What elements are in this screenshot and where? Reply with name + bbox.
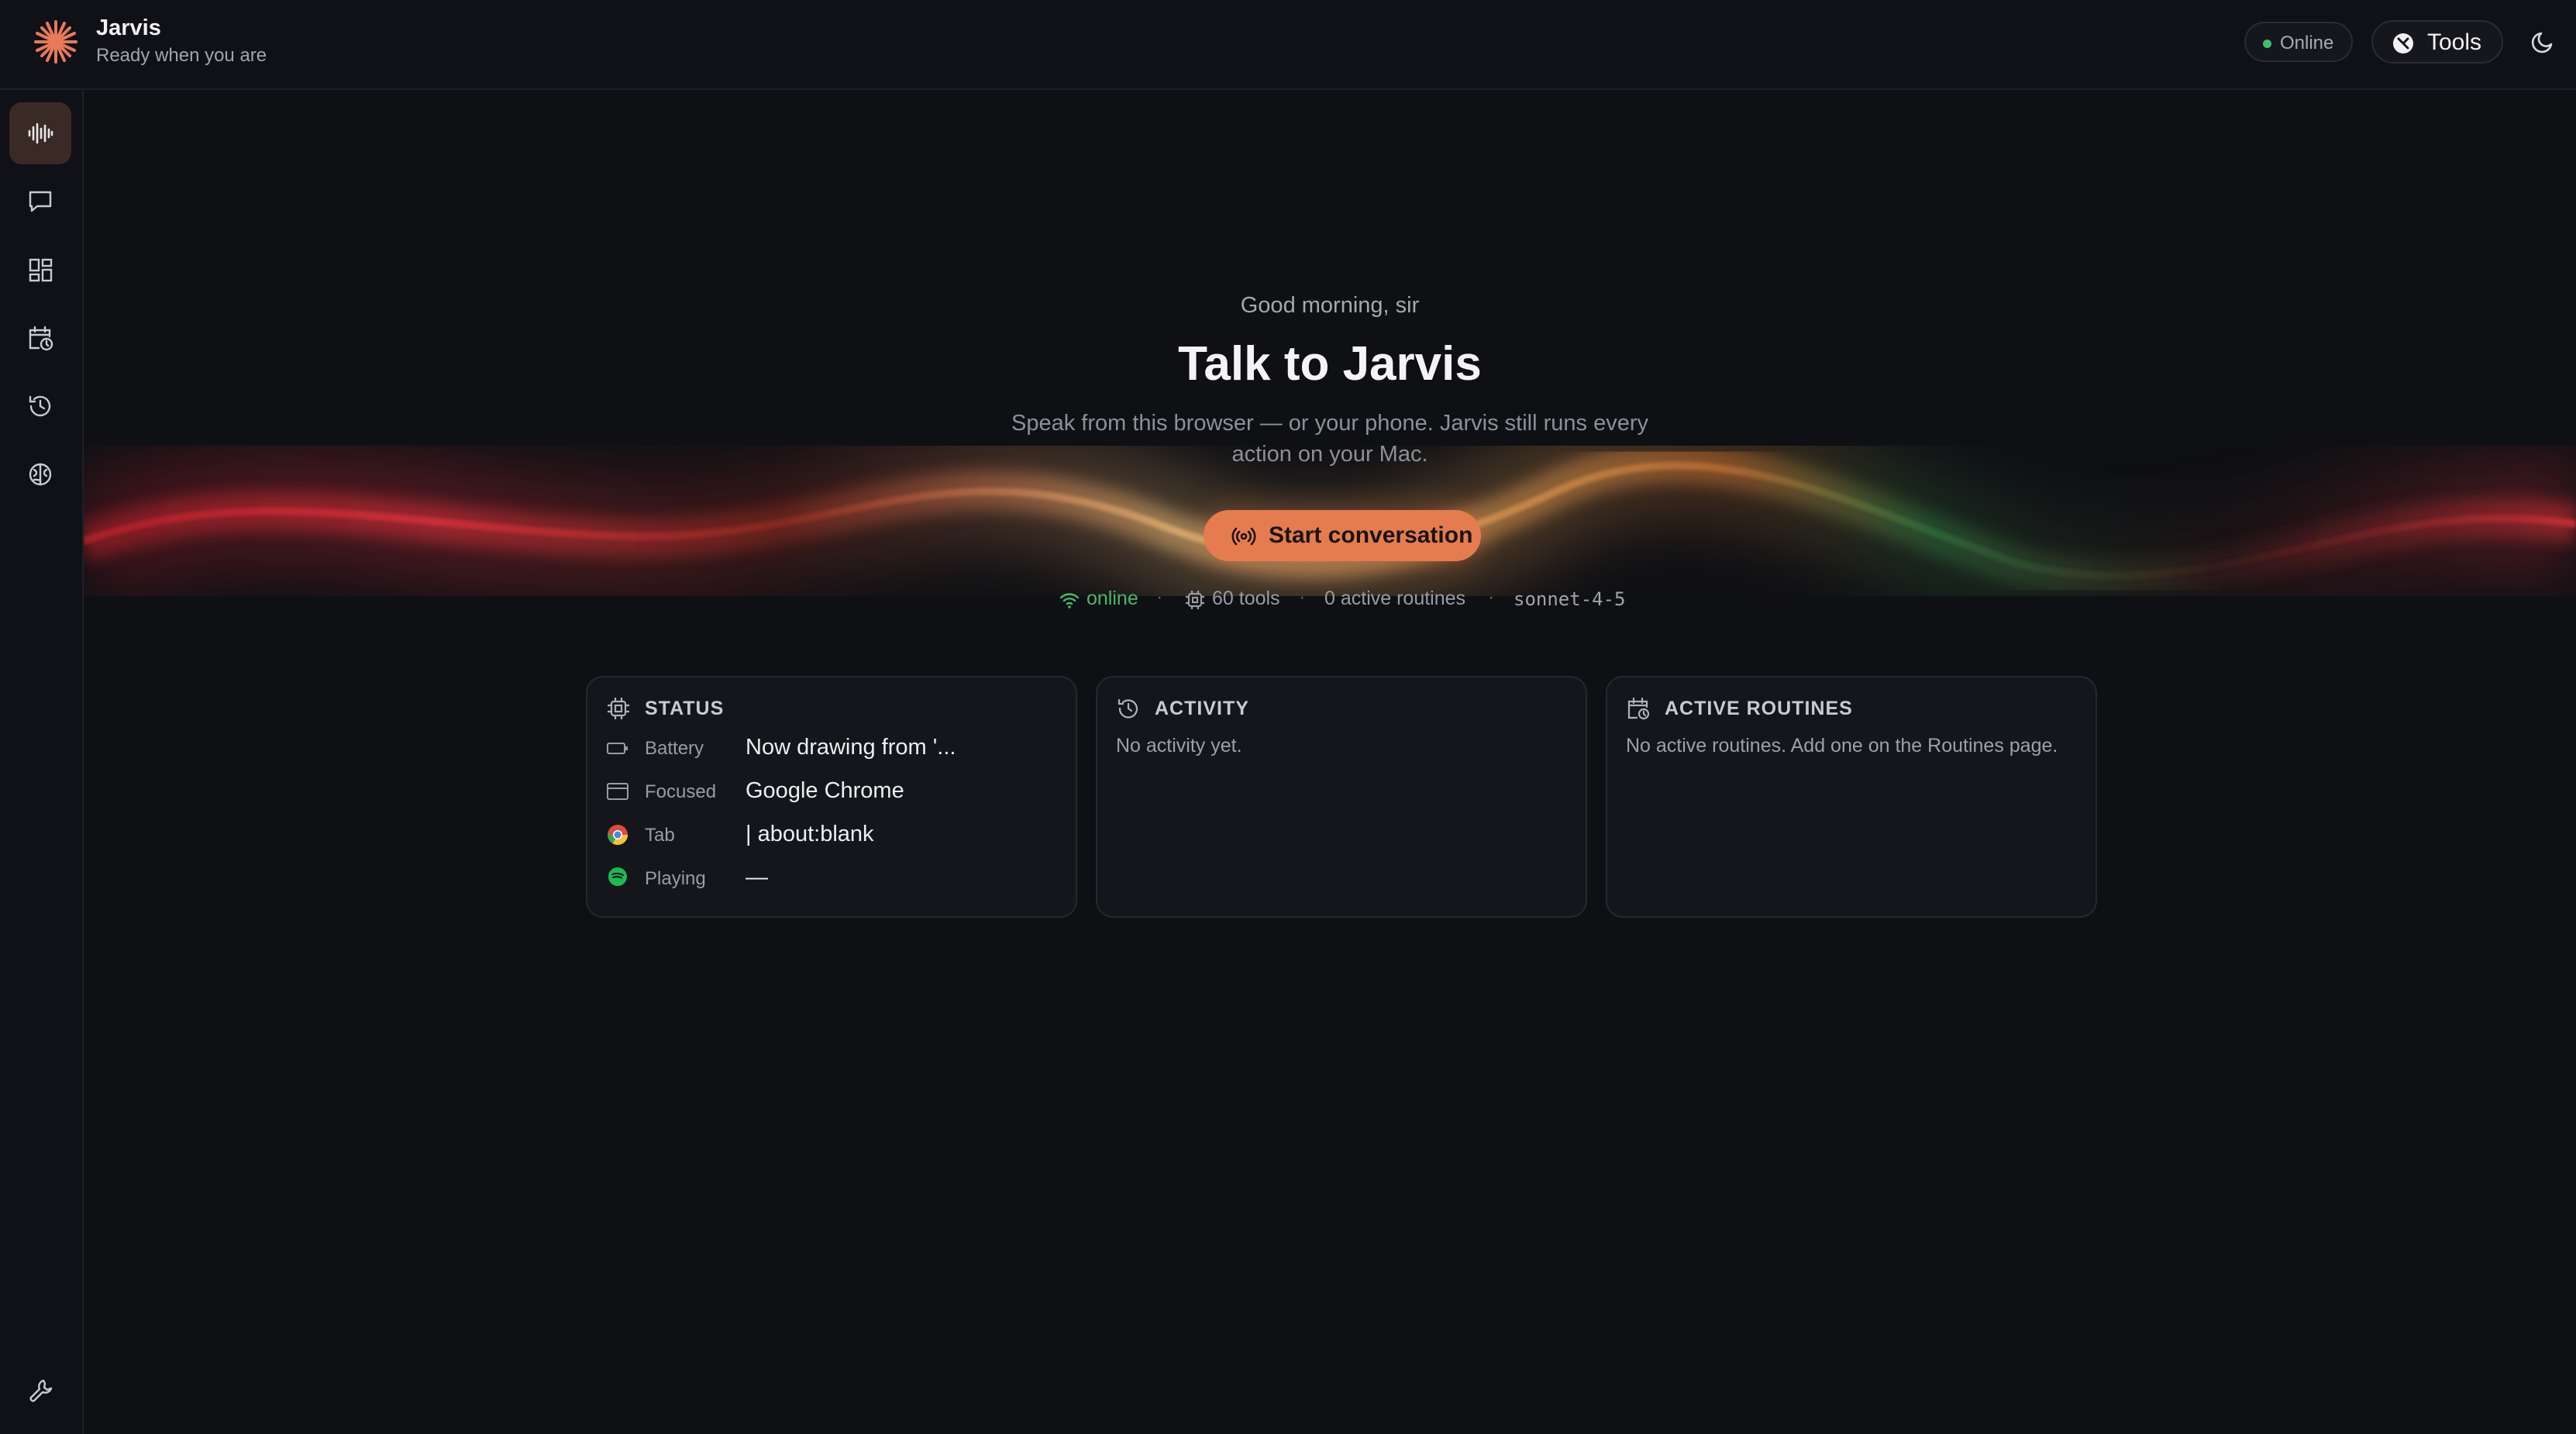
chrome-icon	[607, 825, 629, 846]
status-row-label: Focused	[645, 781, 717, 802]
chip-icon	[1186, 591, 1204, 609]
sidebar-item-routines[interactable]	[9, 307, 71, 369]
status-row-label: Tab	[645, 825, 675, 846]
calendar-clock-icon	[29, 326, 53, 351]
online-status-badge: Online	[2244, 22, 2353, 62]
greeting-text: Good morning, sir	[1240, 293, 1420, 318]
moon-icon[interactable]	[2530, 28, 2557, 56]
connection-status: online	[1059, 586, 1198, 617]
broadcast-icon	[1231, 527, 1256, 546]
wrench-icon	[29, 1379, 53, 1402]
activity-card: ACTIVITY No activity yet.	[1096, 676, 1587, 918]
active-routines-card: ACTIVE ROUTINES No active routines. Add …	[1606, 676, 2097, 918]
spotify-icon	[608, 867, 627, 886]
active-routines-card-title: ACTIVE ROUTINES	[1665, 698, 1853, 719]
history-icon	[29, 395, 51, 417]
start-conversation-label: Start conversation	[1269, 522, 1473, 548]
sidebar-item-history[interactable]	[9, 375, 71, 437]
chat-icon	[29, 191, 52, 212]
calendar-clock-icon	[1627, 697, 1650, 720]
meta-separator: ·	[1488, 586, 1495, 608]
jarvis-logo-icon	[34, 20, 77, 64]
brain-icon	[29, 463, 52, 486]
online-status-label: Online	[2280, 33, 2334, 53]
status-row-label: Playing	[645, 868, 706, 889]
waveform-icon	[28, 122, 53, 144]
sidebar-item-memory[interactable]	[9, 443, 71, 505]
status-card: STATUS Battery Now drawing from '... Foc…	[586, 676, 1077, 918]
status-row-focused: Focused Google Chrome	[606, 775, 1063, 809]
model-name: sonnet-4-5	[1514, 588, 1626, 610]
status-card-title: STATUS	[645, 698, 725, 719]
app-subtitle: Ready when you are	[96, 45, 267, 66]
status-row-value: Now drawing from '...	[746, 735, 956, 760]
meta-separator: ·	[1299, 586, 1306, 608]
meta-separator: ·	[1156, 586, 1163, 608]
activity-card-title: ACTIVITY	[1155, 698, 1249, 719]
tools-count-label: 60 tools	[1212, 588, 1280, 609]
sidebar	[0, 90, 84, 1434]
status-row-value: | about:blank	[746, 822, 874, 846]
activity-empty-text: No activity yet.	[1116, 735, 1242, 757]
status-row-tab: Tab | about:blank	[606, 819, 1063, 853]
start-conversation-button[interactable]: Start conversation	[1204, 510, 1481, 561]
sidebar-item-dashboard[interactable]	[9, 239, 71, 301]
tools-globe-icon	[2393, 33, 2413, 53]
status-row-playing: Playing —	[606, 862, 1063, 896]
tools-button[interactable]: Tools	[2371, 20, 2503, 64]
tools-button-label: Tools	[2427, 29, 2482, 55]
window-icon	[607, 783, 629, 800]
main-content: Good morning, sir Talk to Jarvis Speak f…	[84, 90, 2576, 1434]
wifi-icon	[1059, 593, 1080, 608]
status-row-value: —	[746, 865, 768, 890]
tools-count: 60 tools	[1184, 586, 1308, 617]
hero-description: Speak from this browser — or your phone.…	[1011, 411, 1648, 467]
dashboard-icon	[29, 258, 53, 282]
history-icon	[1118, 698, 1138, 719]
status-row-battery: Battery Now drawing from '...	[606, 732, 1063, 766]
connection-status-label: online	[1087, 588, 1138, 609]
sidebar-item-voice[interactable]	[9, 102, 71, 164]
app-title: Jarvis	[96, 16, 161, 40]
status-row-label: Battery	[645, 738, 704, 759]
sidebar-item-chat[interactable]	[9, 171, 71, 233]
battery-icon	[607, 743, 628, 754]
chip-icon	[608, 698, 629, 719]
sidebar-item-settings[interactable]	[9, 1360, 71, 1422]
routines-empty-text: No active routines. Add one on the Routi…	[1626, 735, 2058, 757]
routines-count: 0 active routines	[1324, 588, 1466, 609]
page-title: Talk to Jarvis	[1178, 337, 1482, 391]
top-bar: Jarvis Ready when you are Online Tools	[0, 0, 2576, 90]
status-row-value: Google Chrome	[746, 778, 904, 803]
online-dot-icon	[2263, 40, 2271, 48]
